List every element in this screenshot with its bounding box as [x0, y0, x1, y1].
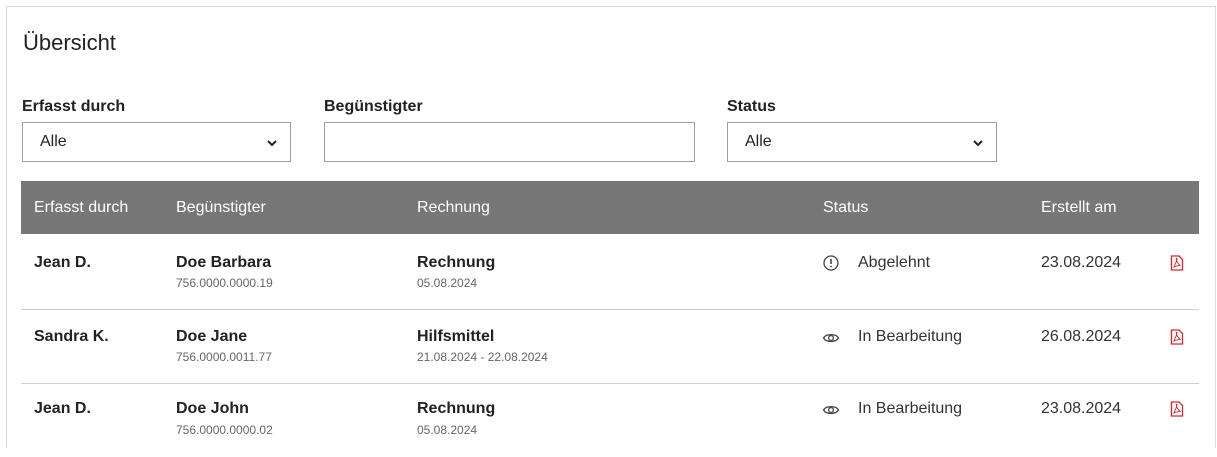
table-header: Erfasst durch Begünstigter Rechnung Stat…: [21, 181, 1199, 234]
pdf-icon[interactable]: [1170, 329, 1184, 345]
erstellt-date: 26.08.2024: [1041, 328, 1122, 345]
column-header-erfasst[interactable]: Erfasst durch: [34, 199, 128, 217]
beguenstigter-name: Doe John: [176, 400, 249, 417]
pdf-icon[interactable]: [1170, 401, 1184, 417]
rechnung-type: Hilfsmittel: [417, 328, 495, 345]
beguenstigter-input[interactable]: [324, 122, 695, 162]
status-text: In Bearbeitung: [858, 328, 963, 345]
column-header-erstellt[interactable]: Erstellt am: [1041, 199, 1117, 217]
filter-beguenstigter-label: Begünstigter: [324, 98, 423, 115]
beguenstigter-name: Doe Barbara: [176, 254, 272, 271]
ahv-number: 756.0000.0011.77: [176, 350, 272, 364]
column-header-rechnung[interactable]: Rechnung: [417, 199, 490, 217]
chevron-down-icon: [267, 140, 277, 147]
status-text: Abgelehnt: [858, 254, 931, 271]
table-row[interactable]: Sandra K. Doe Jane 756.0000.0011.77 Hilf…: [21, 309, 1199, 384]
table-row[interactable]: Jean D. Doe Barbara 756.0000.0000.19 Rec…: [21, 235, 1199, 310]
rechnung-date: 05.08.2024: [417, 276, 478, 290]
erstellt-date: 23.08.2024: [1041, 254, 1122, 271]
erstellt-date: 23.08.2024: [1041, 400, 1122, 417]
rechnung-date: 05.08.2024: [417, 423, 478, 437]
rechnung-date: 21.08.2024 - 22.08.2024: [417, 350, 548, 364]
chevron-down-icon: [973, 140, 983, 147]
rechnung-type: Rechnung: [417, 400, 496, 417]
filter-erfasst-label: Erfasst durch: [22, 98, 126, 115]
table-row[interactable]: Jean D. Doe John 756.0000.0000.02 Rechnu…: [21, 383, 1199, 457]
beguenstigter-name: Doe Jane: [176, 328, 248, 345]
erfasst-select[interactable]: Alle: [22, 122, 291, 162]
erfasst-cell: Sandra K.: [34, 328, 109, 345]
status-text: In Bearbeitung: [858, 400, 963, 417]
erfasst-cell: Jean D.: [34, 254, 91, 271]
pdf-icon[interactable]: [1170, 255, 1184, 271]
status-select[interactable]: Alle: [727, 122, 997, 162]
filter-status-label: Status: [727, 98, 776, 115]
status-select-value: Alle: [745, 133, 772, 150]
erfasst-select-value: Alle: [40, 133, 67, 150]
ahv-number: 756.0000.0000.02: [176, 423, 273, 437]
eye-icon: [822, 333, 840, 343]
erfasst-cell: Jean D.: [34, 400, 91, 417]
rechnung-type: Rechnung: [417, 254, 496, 271]
page-title: Übersicht: [23, 30, 116, 55]
eye-icon: [822, 405, 840, 415]
exclamation-circle-icon: [823, 255, 839, 271]
ahv-number: 756.0000.0000.19: [176, 276, 273, 290]
column-header-status[interactable]: Status: [823, 199, 868, 217]
column-header-beguenstigter[interactable]: Begünstigter: [176, 199, 266, 217]
